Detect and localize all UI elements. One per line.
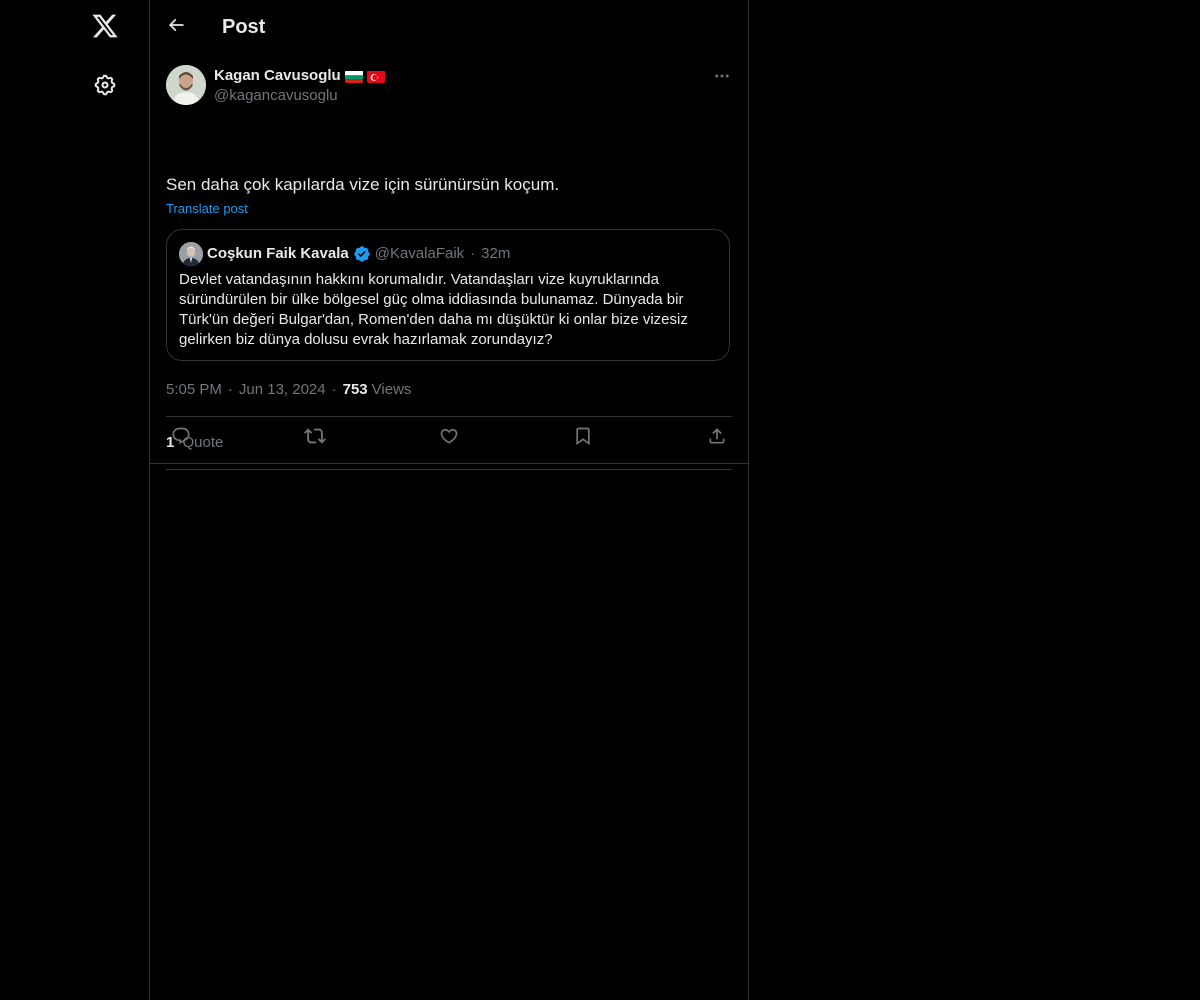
author-name[interactable]: Kagan Cavusoglu: [214, 66, 341, 86]
quoted-post-header: Coşkun Faik Kavala @KavalaFaik · 32m: [207, 244, 510, 264]
page-title: Post: [222, 16, 266, 38]
meta-separator: ·: [227, 381, 233, 398]
quoted-author-handle: @KavalaFaik: [374, 245, 465, 262]
repost-button[interactable]: [304, 427, 326, 449]
post-time[interactable]: 5:05 PM: [166, 380, 222, 400]
left-nav-rail: [0, 0, 150, 1000]
quoted-post[interactable]: Coşkun Faik Kavala @KavalaFaik · 32m Dev…: [166, 229, 730, 361]
author-name-row: Kagan Cavusoglu: [214, 66, 385, 86]
views-label: Views: [371, 381, 412, 398]
author-avatar[interactable]: [166, 65, 206, 105]
turkey-flag-icon: [366, 70, 385, 83]
main-column: Post Kagan Cavusoglu @kagancavusoglu Sen…: [150, 0, 749, 1000]
bulgaria-flag-icon: [344, 70, 363, 83]
reply-icon: [171, 426, 191, 451]
verified-badge-icon: [353, 245, 371, 263]
more-horizontal-icon: [713, 67, 731, 90]
post-detail: Kagan Cavusoglu @kagancavusoglu Sen daha…: [150, 54, 748, 470]
views-count: 753: [342, 381, 368, 398]
reply-button[interactable]: [170, 427, 192, 449]
quoted-separator: ·: [470, 245, 476, 262]
share-button[interactable]: [706, 427, 728, 449]
divider: [166, 469, 732, 470]
arrow-left-icon: [166, 15, 186, 40]
post-metadata: 5:05 PM · Jun 13, 2024 · 753 Views: [166, 380, 411, 400]
share-icon: [707, 426, 727, 451]
translate-post-link[interactable]: Translate post: [166, 200, 248, 218]
post-action-bar: [166, 415, 732, 463]
quoted-author-avatar: [179, 242, 203, 266]
bookmark-icon: [573, 426, 593, 451]
post-text: Sen daha çok kapılarda vize için sürünür…: [166, 175, 560, 194]
like-button[interactable]: [438, 427, 460, 449]
x-home-button[interactable]: [85, 8, 125, 48]
more-options-button[interactable]: [710, 66, 734, 90]
meta-separator: ·: [331, 381, 337, 398]
gear-icon: [93, 73, 117, 102]
author-handle[interactable]: @kagancavusoglu: [214, 86, 338, 106]
post-date[interactable]: Jun 13, 2024: [239, 380, 326, 400]
heart-icon: [439, 426, 459, 451]
quoted-post-text: Devlet vatandaşının hakkını korumalıdır.…: [179, 271, 688, 348]
post-header: Post: [150, 0, 748, 54]
back-button[interactable]: [162, 13, 190, 41]
quoted-author-name: Coşkun Faik Kavala: [207, 245, 349, 262]
app-window: Post Kagan Cavusoglu @kagancavusoglu Sen…: [0, 0, 1200, 1000]
settings-button[interactable]: [85, 67, 125, 107]
bookmark-button[interactable]: [572, 427, 594, 449]
repost-icon: [304, 425, 326, 452]
quoted-post-time: 32m: [481, 245, 511, 262]
x-logo-icon: [91, 12, 119, 45]
